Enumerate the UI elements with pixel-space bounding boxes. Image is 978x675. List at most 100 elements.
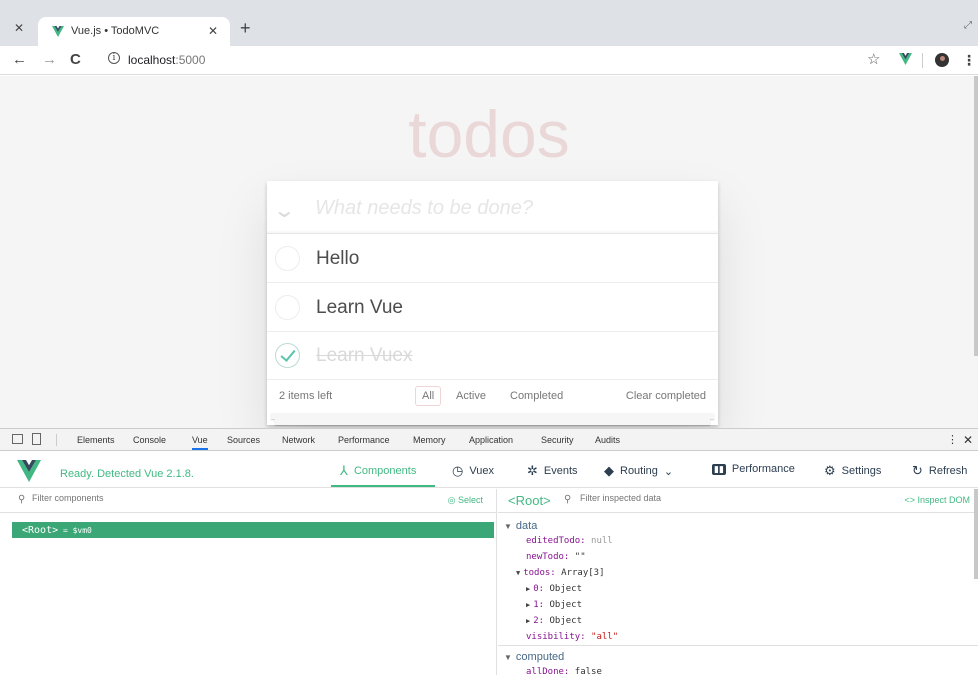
performance-tab[interactable]: ▮▮ Performance: [712, 463, 795, 475]
prop-row[interactable]: newTodo: "": [526, 552, 586, 562]
inspect-dom-button[interactable]: <> Inspect DOM: [904, 495, 970, 505]
vue-detected-status: Ready. Detected Vue 2.1.8.: [60, 468, 194, 480]
page-scrollbar[interactable]: [974, 76, 978, 356]
todo-footer: 2 items left All Active Completed Clear …: [267, 379, 718, 413]
browser-tab[interactable]: Vue.js • TodoMVC ✕: [38, 17, 230, 46]
devtools-close-icon[interactable]: ✕: [963, 433, 973, 447]
caret-right-icon: ▶: [526, 585, 531, 593]
chevron-down-icon: ⌄: [663, 465, 674, 478]
events-burst-icon: ✲: [527, 463, 538, 478]
devtools-more-icon[interactable]: ⋮: [947, 433, 958, 446]
filter-inspected-input[interactable]: [580, 493, 780, 503]
filter-components-input[interactable]: [32, 493, 232, 503]
component-tree-row-root[interactable]: <Root> = $vm0: [12, 522, 494, 538]
caret-down-icon: ▼: [504, 522, 512, 531]
new-todo-input[interactable]: [315, 193, 705, 223]
browser-menu-icon[interactable]: ⋮: [962, 52, 976, 69]
history-clock-icon: ◷: [452, 463, 464, 478]
refresh-icon: ↻: [912, 463, 923, 478]
data-section-header[interactable]: ▼ data: [504, 520, 537, 532]
tab-title: Vue.js • TodoMVC: [71, 25, 160, 37]
window-close-icon[interactable]: ✕: [14, 21, 24, 35]
settings-tab[interactable]: ⚙ Settings: [824, 463, 881, 479]
inspected-header-row: <Root> ⚲ <> Inspect DOM: [498, 489, 978, 513]
computed-section-header[interactable]: ▼ computed: [504, 651, 564, 663]
todo-item-completed: Learn Vuex: [267, 331, 718, 380]
todo-item: Learn Vue: [267, 283, 718, 332]
devtools-tab-vue[interactable]: Vue: [192, 435, 208, 450]
tab-close-icon[interactable]: ✕: [208, 24, 218, 38]
devtools-tab-network[interactable]: Network: [282, 435, 315, 445]
todo-label[interactable]: Learn Vue: [316, 297, 403, 319]
prop-row-expandable[interactable]: ▶ 0: Object: [526, 584, 582, 594]
components-tree-icon: ⅄: [340, 463, 348, 478]
profile-avatar[interactable]: [935, 53, 949, 67]
devtools-scrollbar[interactable]: [974, 489, 978, 579]
tabbar-divider: [56, 434, 57, 446]
prop-row-expandable[interactable]: ▶ 1: Object: [526, 600, 582, 610]
back-icon[interactable]: ←: [12, 51, 27, 68]
new-tab-icon[interactable]: +: [240, 18, 251, 39]
todo-item: Hello: [267, 234, 718, 283]
app-title: todos: [408, 97, 570, 171]
target-icon: ◎: [447, 495, 456, 505]
routing-diamond-icon: ◆: [604, 463, 614, 478]
site-info-icon[interactable]: i: [108, 52, 120, 64]
reload-icon[interactable]: C: [70, 51, 81, 68]
devtools-tab-application[interactable]: Application: [469, 435, 513, 445]
forward-icon[interactable]: →: [42, 51, 57, 68]
vue-favicon-icon: [52, 24, 64, 42]
devtools-tab-audits[interactable]: Audits: [595, 435, 620, 445]
url-field[interactable]: localhost:5000: [128, 53, 205, 67]
inspected-data-pane: <Root> ⚲ <> Inspect DOM ▼data editedTodo…: [498, 489, 978, 675]
new-todo-row: ⌄: [267, 181, 718, 234]
todo-app: ⌄ Hello Learn Vue Learn Vuex 2 items lef…: [267, 181, 718, 425]
window-resize-icon[interactable]: ⤢: [964, 20, 972, 31]
vue-devtools-extension-icon[interactable]: [899, 52, 912, 70]
footer-stack-decoration: [275, 419, 710, 425]
devtools-tab-memory[interactable]: Memory: [413, 435, 446, 445]
vuex-tab[interactable]: ◷ Vuex: [452, 463, 494, 479]
components-tab[interactable]: ⅄ Components: [340, 463, 416, 479]
devtools-tab-performance[interactable]: Performance: [338, 435, 390, 445]
caret-down-icon: ▼: [504, 653, 512, 662]
devtools-tab-elements[interactable]: Elements: [77, 435, 115, 445]
devtools-tab-security[interactable]: Security: [541, 435, 574, 445]
devtools-tabbar: Elements Console Vue Sources Network Per…: [0, 429, 978, 451]
toggle-all-chevron-icon[interactable]: ⌄: [273, 198, 296, 223]
components-tree-pane: ⚲ ◎ Select <Root> = $vm0: [0, 489, 497, 675]
todo-toggle-checkbox[interactable]: [275, 246, 300, 271]
items-left-count: 2 items left: [279, 390, 333, 402]
prop-row-expandable[interactable]: ▼ todos: Array[3]: [516, 568, 605, 578]
filter-all[interactable]: All: [415, 386, 442, 406]
inspected-component-name: <Root>: [508, 493, 551, 508]
devtools-tab-sources[interactable]: Sources: [227, 435, 260, 445]
active-tab-underline: [331, 485, 435, 487]
todo-label[interactable]: Hello: [316, 248, 359, 270]
filter-components-row: ⚲ ◎ Select: [0, 489, 497, 513]
address-bar: ← → C i localhost:5000 ☆ ⋮: [0, 46, 978, 75]
prop-row[interactable]: allDone: false: [526, 667, 602, 675]
page-viewport: todos ⌄ Hello Learn Vue Learn Vuex 2 ite…: [0, 76, 978, 428]
prop-row-expandable[interactable]: ▶ 2: Object: [526, 616, 582, 626]
vue-devtools-toolbar: Ready. Detected Vue 2.1.8. ⅄ Components …: [0, 452, 978, 488]
inspect-element-icon[interactable]: [12, 434, 23, 444]
events-tab[interactable]: ✲ Events: [527, 463, 578, 479]
search-icon: ⚲: [18, 494, 26, 505]
caret-down-icon: ▼: [516, 569, 521, 577]
prop-row[interactable]: visibility: "all": [526, 632, 618, 642]
todo-toggle-checkbox-checked[interactable]: [275, 343, 300, 368]
prop-row[interactable]: editedTodo: null: [526, 536, 613, 546]
todo-toggle-checkbox[interactable]: [275, 295, 300, 320]
select-component-button[interactable]: ◎ Select: [448, 495, 483, 506]
routing-tab[interactable]: ◆ Routing ⌄: [604, 463, 673, 479]
caret-right-icon: ▶: [526, 601, 531, 609]
todo-label[interactable]: Learn Vuex: [316, 345, 412, 367]
device-toolbar-icon[interactable]: [32, 433, 41, 445]
bookmark-star-icon[interactable]: ☆: [867, 50, 880, 68]
refresh-button[interactable]: ↻ Refresh: [912, 463, 967, 479]
devtools-tab-console[interactable]: Console: [133, 435, 166, 445]
filter-completed[interactable]: Completed: [503, 386, 570, 406]
filter-active[interactable]: Active: [449, 386, 493, 406]
clear-completed-button[interactable]: Clear completed: [626, 390, 706, 402]
